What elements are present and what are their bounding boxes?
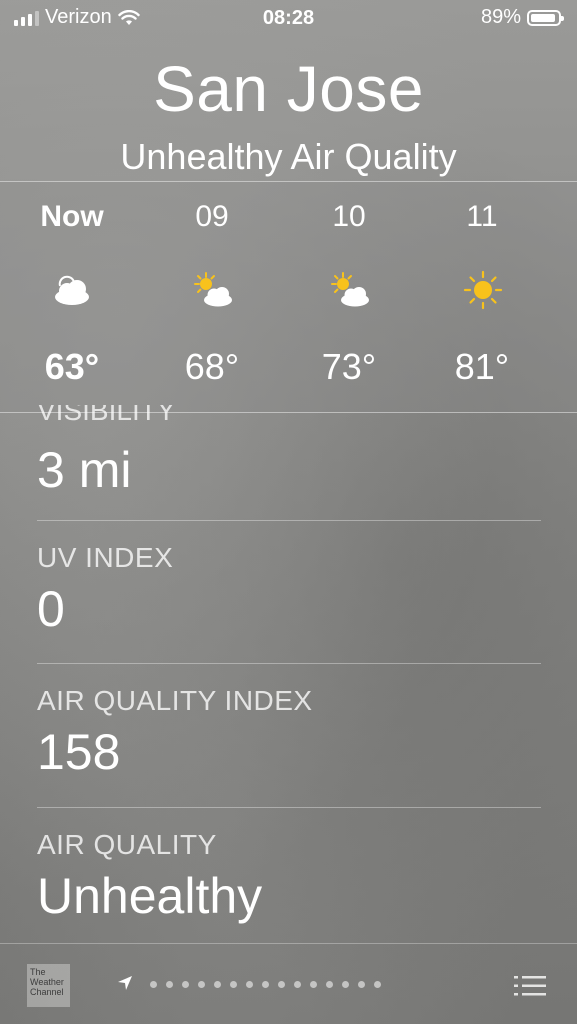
air-quality-label: AIR QUALITY [37,829,217,860]
page-dot[interactable] [182,981,189,988]
page-dot[interactable] [294,981,301,988]
cloud-icon [55,275,89,305]
page-dot[interactable] [150,981,157,988]
page-dot[interactable] [246,981,253,988]
location-arrow-icon[interactable] [116,974,134,992]
page-dot[interactable] [262,981,269,988]
list-icon[interactable] [514,974,546,998]
battery-group: 89% [480,6,564,29]
uv-index-row: UV INDEX 0 [37,542,541,638]
hour-label: 10 [332,200,366,233]
page-dot[interactable] [342,981,349,988]
bottom-toolbar: The Weather Channel [0,943,577,1024]
status-bar: Verizon 08:28 89% [0,0,577,38]
air-quality-index-label: AIR QUALITY INDEX [37,685,313,716]
page-dot[interactable] [166,981,173,988]
visibility-row: 3 mi [37,441,541,499]
page-dot[interactable] [358,981,365,988]
visibility-value: 3 mi [37,442,132,498]
hour-temp: 73° [321,346,377,387]
air-quality-value: Unhealthy [37,868,263,924]
air-quality-row: AIR QUALITY Unhealthy [37,829,541,925]
uv-index-value: 0 [37,581,65,637]
page-dot[interactable] [230,981,237,988]
weather-channel-logo[interactable]: The Weather Channel [27,964,70,1007]
divider [37,807,541,808]
city-name: San Jose [153,53,424,125]
partly-sunny-icon [194,272,232,307]
hour-temp: 63° [44,346,100,387]
page-dot[interactable] [374,981,381,988]
divider [37,663,541,664]
hour-temp: 68° [184,346,240,387]
page-dot[interactable] [326,981,333,988]
air-quality-index-value: 158 [37,724,121,780]
partly-sunny-icon [331,272,369,307]
hourly-forecast[interactable]: Now 63° 09 68° 10 73° 11 81° [0,181,577,413]
page-dot[interactable] [198,981,205,988]
air-quality-index-row: AIR QUALITY INDEX 158 [37,685,541,781]
divider [37,520,541,521]
battery-percent: 89% [480,6,521,28]
page-dot[interactable] [310,981,317,988]
hour-label: Now [40,200,104,233]
condition-text: Unhealthy Air Quality [120,136,457,177]
page-indicator[interactable] [150,981,381,988]
hour-label: 11 [466,200,498,233]
sun-icon [463,270,503,310]
battery-icon [527,9,564,26]
uv-index-label: UV INDEX [37,542,174,573]
page-dot[interactable] [214,981,221,988]
hour-temp: 81° [454,346,510,387]
hour-label: 09 [195,200,229,233]
visibility-label: VISIBILITY [37,405,176,423]
page-dot[interactable] [278,981,285,988]
